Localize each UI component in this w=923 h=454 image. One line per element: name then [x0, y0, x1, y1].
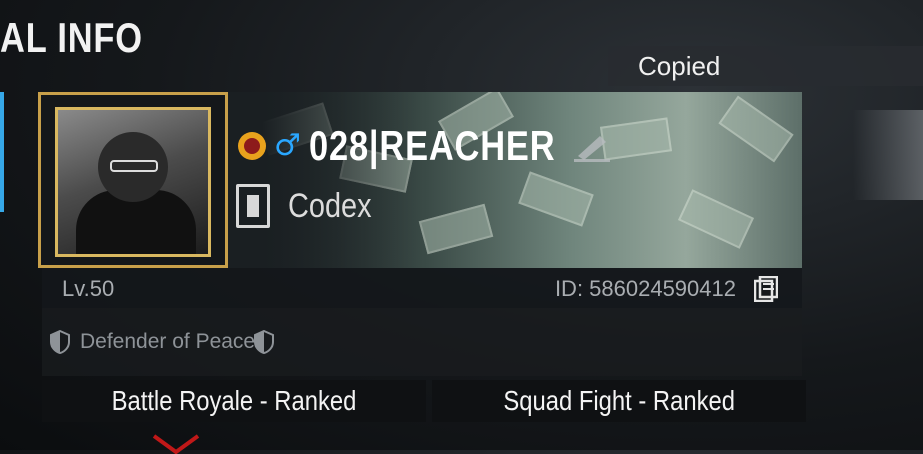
player-name-row: ♂ 028|REACHER — [238, 122, 609, 169]
copied-toast-text: Copied — [638, 50, 721, 81]
player-level: Lv.50 — [62, 276, 115, 301]
tab-squad-fight-ranked[interactable]: Squad Fight - Ranked — [432, 380, 806, 422]
player-name: 028|REACHER — [308, 122, 556, 169]
player-id: ID: 586024590412 — [554, 276, 736, 301]
tab-squad-fight-label: Squad Fight - Ranked — [503, 385, 735, 416]
clan-name: Codex — [288, 186, 372, 225]
page-title: AL INFO — [0, 14, 143, 61]
background-light — [853, 110, 923, 200]
profile-banner[interactable] — [222, 92, 802, 268]
rank-badge-icon — [152, 434, 200, 454]
clan-row[interactable]: Codex — [236, 184, 386, 228]
profile-card: ♂ 028|REACHER Codex Lv.50 ID: 5860245904… — [38, 92, 802, 376]
clan-icon — [236, 184, 270, 228]
male-icon: ♂ — [274, 128, 301, 163]
edit-icon[interactable] — [572, 132, 612, 162]
copy-icon[interactable] — [754, 276, 778, 302]
honor-title: Defender of Peace — [80, 330, 256, 353]
honor-title-bar[interactable]: Defender of Peace — [42, 308, 802, 376]
tab-battle-royale-ranked[interactable]: Battle Royale - Ranked — [42, 380, 426, 422]
info-bar: Lv.50 ID: 586024590412 — [42, 268, 802, 308]
copied-toast: Copied — [608, 46, 923, 86]
selected-tab-indicator — [0, 92, 4, 212]
avatar — [55, 107, 211, 257]
avatar-frame[interactable] — [38, 92, 228, 268]
flag-icon — [238, 132, 266, 160]
shield-icon — [254, 330, 274, 354]
shield-icon — [50, 330, 70, 354]
tab-battle-royale-label: Battle Royale - Ranked — [111, 385, 357, 416]
